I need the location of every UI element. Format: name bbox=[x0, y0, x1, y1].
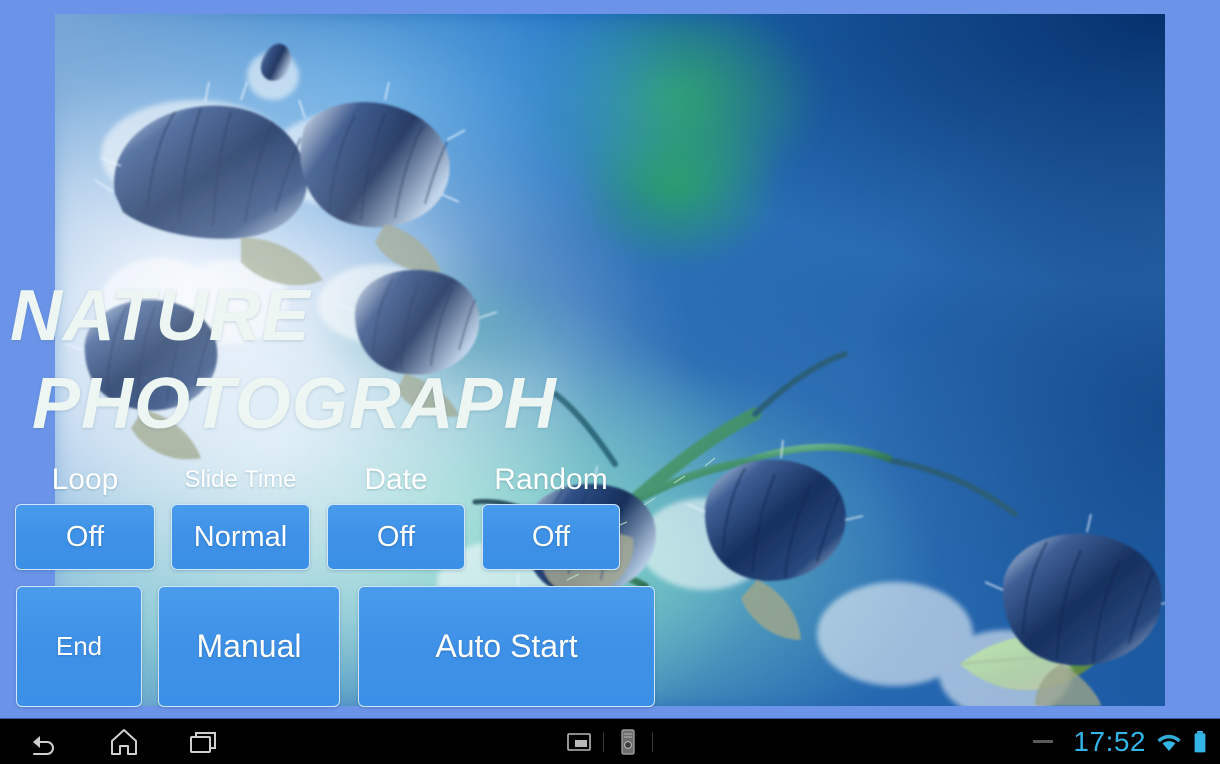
navigation-buttons bbox=[0, 723, 226, 761]
minus-icon bbox=[1033, 740, 1054, 743]
manual-button[interactable]: Manual bbox=[158, 586, 340, 707]
date-toggle-button[interactable]: Off bbox=[327, 504, 465, 570]
label-slide-time: Slide Time bbox=[184, 466, 297, 493]
random-toggle-button[interactable]: Off bbox=[482, 504, 620, 570]
slideshow-app: NATURE PHOTOGRAPH Loop Slide Time Date R… bbox=[0, 0, 1220, 764]
wifi-icon[interactable] bbox=[1154, 731, 1184, 753]
home-icon[interactable] bbox=[102, 723, 146, 761]
status-icons: 17:52 bbox=[1033, 719, 1208, 764]
back-icon[interactable] bbox=[22, 723, 66, 761]
notification-icons bbox=[562, 719, 660, 764]
android-system-bar: 17:52 bbox=[0, 718, 1220, 764]
recents-icon[interactable] bbox=[182, 723, 226, 761]
label-loop: Loop bbox=[51, 463, 119, 496]
photo-viewer-frame: NATURE PHOTOGRAPH Loop Slide Time Date R… bbox=[0, 0, 1220, 718]
auto-start-button[interactable]: Auto Start bbox=[358, 586, 655, 707]
slide-time-toggle-button[interactable]: Normal bbox=[171, 504, 310, 570]
screenshot-icon[interactable] bbox=[562, 725, 596, 759]
label-random: Random bbox=[494, 463, 608, 496]
notification-divider bbox=[603, 731, 604, 752]
usb-device-icon[interactable] bbox=[611, 725, 645, 759]
loop-toggle-button[interactable]: Off bbox=[15, 504, 155, 570]
battery-full-icon[interactable] bbox=[1192, 730, 1208, 754]
status-clock[interactable]: 17:52 bbox=[1073, 719, 1146, 764]
notification-divider-2 bbox=[652, 731, 653, 752]
end-button[interactable]: End bbox=[16, 586, 142, 707]
label-date: Date bbox=[364, 463, 428, 496]
